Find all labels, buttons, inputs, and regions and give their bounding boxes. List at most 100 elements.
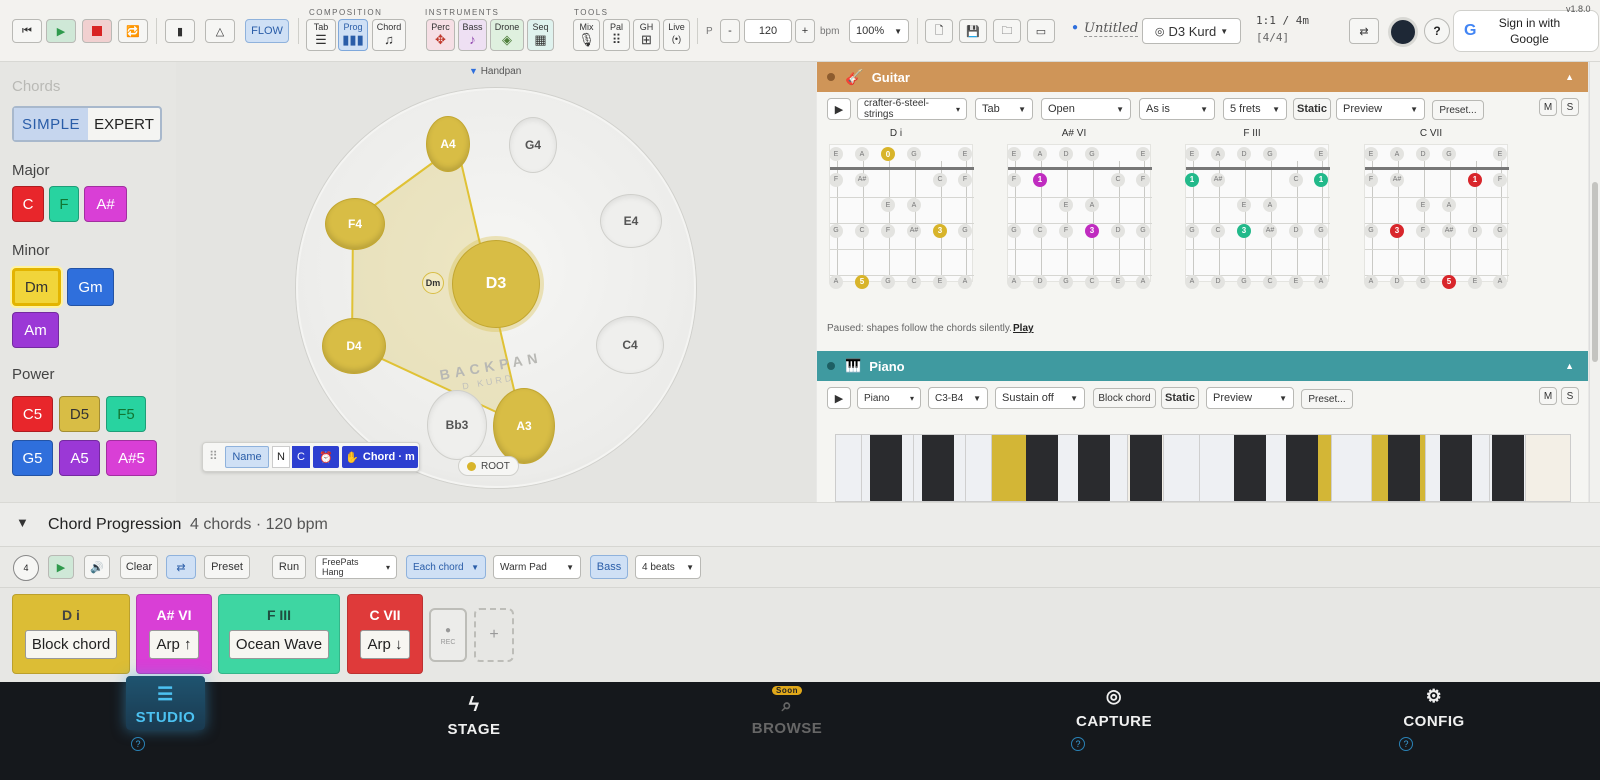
progression-header[interactable]: ▼ Chord Progression 4 chords · 120 bpm	[0, 502, 1600, 546]
progression-volume-button[interactable]: 🔊	[84, 555, 110, 579]
skip-back-button[interactable]: ⏮	[12, 19, 42, 43]
card-pattern-button[interactable]: Arp ↑	[149, 630, 199, 659]
bass-button[interactable]: Bass ♪	[458, 19, 487, 51]
piano-key[interactable]	[1526, 435, 1570, 501]
piano-black-key[interactable]	[1234, 435, 1266, 501]
config-help-icon[interactable]: ?	[1399, 737, 1413, 751]
tempo-input[interactable]: 120	[744, 19, 792, 43]
guitar-mute-button[interactable]: M	[1539, 98, 1557, 116]
chord-c5-button[interactable]: C5	[12, 396, 53, 432]
chord-mode-button[interactable]: ✋ Chord · m	[342, 446, 418, 468]
piano-black-key[interactable]	[1388, 435, 1420, 501]
capture-help-icon[interactable]: ?	[1071, 737, 1085, 751]
pal-button[interactable]: Pal ⠿	[603, 19, 630, 51]
piano-static-button[interactable]: Static	[1161, 387, 1199, 409]
live-button[interactable]: Live (•)	[663, 19, 690, 51]
drone-button[interactable]: Drone ◈	[490, 19, 524, 51]
chord-gm-button[interactable]: Gm	[67, 268, 114, 306]
piano-mute-button[interactable]: M	[1539, 387, 1557, 405]
piano-play-button[interactable]: ▶	[827, 387, 851, 409]
piano-black-key[interactable]	[1492, 435, 1524, 501]
chord-f5-button[interactable]: F5	[106, 396, 146, 432]
note-g4-pad[interactable]: G4	[509, 117, 557, 173]
soundfont-select[interactable]: FreePats Hang ▾	[315, 555, 397, 579]
piano-sustain-select[interactable]: Sustain off ▼	[995, 387, 1085, 409]
add-chord-button[interactable]: +	[474, 608, 514, 662]
note-bb3-pad[interactable]: Bb3	[427, 390, 487, 460]
guitar-view-select[interactable]: Tab ▼	[975, 98, 1033, 120]
nav-browse[interactable]: Soon ⌕ BROWSE	[727, 686, 847, 737]
note-a3-pad[interactable]: A3	[493, 388, 555, 464]
bass-toggle-button[interactable]: Bass	[590, 555, 628, 579]
share-button[interactable]: ⇄	[1349, 18, 1379, 44]
guitar-strings-select[interactable]: crafter-6-steel-strings ▾	[857, 98, 967, 120]
piano-black-key[interactable]	[1130, 435, 1162, 501]
scrollbar-thumb[interactable]	[1592, 182, 1598, 362]
tempo-increment-button[interactable]: +	[795, 19, 815, 43]
piano-key[interactable]	[1164, 435, 1200, 501]
pad-select[interactable]: Warm Pad ▼	[493, 555, 581, 579]
expert-mode-button[interactable]: EXPERT	[88, 108, 160, 140]
c-toggle-button[interactable]: C	[292, 446, 310, 468]
guitar-preview-select[interactable]: Preview ▼	[1336, 98, 1425, 120]
chord-a5-button[interactable]: A5	[59, 440, 100, 476]
n-toggle-button[interactable]: N	[272, 446, 290, 468]
note-d4-pad[interactable]: D4	[322, 318, 386, 374]
right-scrollbar[interactable]	[1589, 62, 1600, 502]
progression-preset-button[interactable]: Preset	[204, 555, 250, 579]
loop-button[interactable]: 🔁	[118, 19, 148, 43]
tab-button[interactable]: Tab ☰	[306, 19, 336, 51]
center-note-d3-pad[interactable]: D3	[452, 240, 540, 328]
new-file-button[interactable]: 🗋	[925, 19, 953, 43]
piano-preset-button[interactable]: Preset...	[1301, 389, 1353, 409]
open-folder-button[interactable]: 🗀	[993, 19, 1021, 43]
piano-black-key[interactable]	[1026, 435, 1058, 501]
chord-d5-button[interactable]: D5	[59, 396, 100, 432]
guitar-solo-button[interactable]: S	[1561, 98, 1579, 116]
card-pattern-button[interactable]: Ocean Wave	[228, 630, 330, 659]
song-title[interactable]: Untitled	[1084, 21, 1139, 37]
metronome-pause-button[interactable]: ▮	[165, 19, 195, 43]
name-toggle-button[interactable]: Name	[225, 446, 269, 468]
piano-black-key[interactable]	[922, 435, 954, 501]
piano-range-select[interactable]: C3-B4 ▼	[928, 387, 988, 409]
piano-instrument-select[interactable]: Piano ▾	[857, 387, 921, 409]
guitar-tuning-select[interactable]: Open ▼	[1041, 98, 1131, 120]
gh-button[interactable]: GH ⊞	[633, 19, 660, 51]
progression-card[interactable]: F III Ocean Wave	[218, 594, 340, 674]
save-button[interactable]: 💾	[959, 19, 987, 43]
progression-play-button[interactable]: ▶	[48, 555, 74, 579]
drag-handle-icon[interactable]: ⠿	[209, 449, 218, 463]
google-sign-in-button[interactable]: G Sign in with Google	[1453, 10, 1599, 52]
guitar-play-link[interactable]: Play	[1013, 323, 1034, 334]
simple-mode-button[interactable]: SIMPLE	[14, 108, 88, 140]
chord-c-button[interactable]: C	[12, 186, 44, 222]
note-f4-pad[interactable]: F4	[325, 198, 385, 250]
guitar-play-button[interactable]: ▶	[827, 98, 851, 120]
chord-dm-button[interactable]: Dm	[12, 268, 61, 306]
progression-clear-button[interactable]: Clear	[120, 555, 158, 579]
tempo-decrement-button[interactable]: -	[720, 19, 740, 43]
metronome-button[interactable]: △	[205, 19, 235, 43]
progression-run-button[interactable]: Run	[272, 555, 306, 579]
piano-black-key[interactable]	[1078, 435, 1110, 501]
piano-keyboard[interactable]	[835, 434, 1571, 502]
perc-button[interactable]: Perc ✥	[426, 19, 455, 51]
seq-button[interactable]: Seq ▦	[527, 19, 554, 51]
guitar-frets-select[interactable]: 5 frets ▼	[1223, 98, 1287, 120]
prog-button[interactable]: Prog ▮▮▮	[338, 19, 368, 51]
piano-key[interactable]	[1332, 435, 1372, 501]
piano-preview-select[interactable]: Preview ▼	[1206, 387, 1294, 409]
piano-black-key[interactable]	[1440, 435, 1472, 501]
help-button[interactable]: ?	[1424, 18, 1450, 44]
nav-config[interactable]: ⚙ CONFIG	[1384, 686, 1484, 730]
progression-card[interactable]: C VII Arp ↓	[347, 594, 423, 674]
stop-button[interactable]	[82, 19, 112, 43]
progression-card[interactable]: D i Block chord	[12, 594, 130, 674]
chord-g5-button[interactable]: G5	[12, 440, 53, 476]
piano-key[interactable]	[836, 435, 862, 501]
guitar-capo-select[interactable]: As is ▼	[1139, 98, 1215, 120]
guitar-preset-button[interactable]: Preset...	[1432, 100, 1484, 120]
piano-block-chord-button[interactable]: Block chord	[1093, 388, 1156, 408]
chord-a-sharp-button[interactable]: A#	[84, 186, 127, 222]
